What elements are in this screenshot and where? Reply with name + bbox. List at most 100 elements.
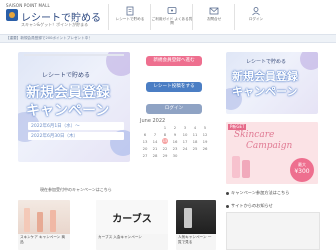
calendar-day (150, 124, 160, 131)
price-value: ¥300 (294, 168, 310, 175)
calendar-day[interactable]: 10 (180, 131, 190, 138)
calendar-day[interactable]: 7 (150, 131, 160, 138)
calendar-day[interactable]: 12 (200, 131, 210, 138)
campaign-title-line1: Skincare (234, 130, 275, 140)
calendar-day[interactable]: 23 (170, 145, 180, 152)
product-bottle-icon (184, 208, 192, 228)
calendar-day[interactable]: 9 (170, 131, 180, 138)
card-image: カーブス (96, 200, 168, 234)
product-bottle-icon (50, 210, 57, 232)
calendar-day[interactable]: 22 (160, 145, 170, 152)
skincare-campaign-banner[interactable]: P新GET Skincare Campaign 最大 ¥300 (226, 122, 318, 184)
calendar-day[interactable]: 18 (190, 138, 200, 145)
calendar-day[interactable]: 8 (160, 131, 170, 138)
card-caption: カーブス 入会キャンペーン (98, 235, 142, 239)
campaign-period-end: 2022年6月30日（木） (28, 132, 124, 140)
event-calendar: June 2022 1 2 3 4 5 6 7 8 9 10 11 12 13 14 15 16 17 18 19 2… (140, 118, 212, 190)
calendar-day[interactable]: 15 (160, 138, 170, 145)
calendar-day (140, 124, 150, 131)
price-label: 最大 (298, 162, 306, 167)
campaign-card[interactable]: スキンケア キャンペーン 商品 (18, 200, 70, 250)
section-title: 現在参加受付中のキャンペーンはこちら (40, 187, 112, 192)
side-banner-title-line1: 新規会員登録 (232, 70, 298, 83)
calendar-grid: 1 2 3 4 5 6 7 8 9 10 11 12 13 14 15 16 17 18 19 20 21 22 23 24 2… (140, 124, 212, 159)
hero-banner[interactable]: レシートで貯める 新規会員登録 キャンペーン 2022年6月1日（水）〜 202… (18, 52, 130, 162)
side-link-label: サイトからのお知らせ (231, 203, 273, 208)
calendar-day (180, 152, 190, 159)
card-image (176, 200, 216, 234)
bullet-icon (226, 204, 229, 208)
notice-text[interactable]: 【重要】新規会員登録で200ポイントプレゼント中！ (6, 36, 92, 41)
calendar-day[interactable]: 26 (200, 145, 210, 152)
calendar-day[interactable]: 3 (180, 124, 190, 131)
calendar-day[interactable]: 19 (200, 138, 210, 145)
calendar-day[interactable]: 30 (170, 152, 180, 159)
price-badge: 最大 ¥300 (290, 158, 314, 182)
calendar-day[interactable]: 21 (150, 145, 160, 152)
campaign-title-line2: Campaign (246, 141, 293, 151)
guide-icon (167, 7, 177, 14)
hero-title-line2: キャンペーン (26, 103, 110, 119)
nav-item-contact[interactable]: お問合せ (192, 4, 235, 30)
curves-logo: カーブス (112, 214, 152, 225)
product-bottle-icon (242, 160, 250, 178)
product-bottle-icon (37, 212, 44, 232)
calendar-day[interactable]: 20 (140, 145, 150, 152)
receipt-post-button[interactable]: レシート投稿をする (146, 82, 202, 92)
calendar-today-marker: 15 (162, 138, 168, 144)
logo-icon[interactable] (6, 9, 18, 21)
nav-label-receipt: レシートで貯める (115, 17, 145, 21)
calendar-day[interactable]: 14 (150, 138, 160, 145)
calendar-day[interactable]: 5 (200, 124, 210, 131)
nav-label-guide: ご利用ガイド よくある質問 (151, 17, 193, 25)
product-bottle-icon (232, 156, 240, 178)
nav-item-receipt[interactable]: レシートで貯める (108, 4, 151, 30)
site-header: SAISON POINT MALL レシートで貯める スキャン&ゲット！ポイント… (0, 0, 336, 32)
calendar-day[interactable]: 24 (180, 145, 190, 152)
hero-title-line1: 新規会員登録 (26, 85, 110, 101)
calendar-day[interactable]: 29 (160, 152, 170, 159)
side-banner-logo-text: レシートで貯める (246, 59, 287, 65)
notice-bar[interactable]: 【重要】新規会員登録で200ポイントプレゼント中！ (0, 34, 336, 43)
receipt-icon (126, 6, 134, 16)
campaign-period-start: 2022年6月1日（水）〜 (28, 122, 124, 130)
nav-label-contact: お問合せ (206, 17, 222, 21)
campaign-card[interactable]: カーブス カーブス 入会キャンペーン (96, 200, 168, 250)
mail-icon (209, 7, 219, 15)
calendar-day[interactable]: 16 (170, 138, 180, 145)
calendar-day[interactable]: 2 (170, 124, 180, 131)
nav-item-login[interactable]: ログイン (234, 4, 277, 30)
calendar-day[interactable]: 11 (190, 131, 200, 138)
card-caption: 人気キャンペーン 一覧で見る (178, 235, 212, 244)
side-link-label: キャンペーン参加方法はこちら (231, 190, 290, 195)
logo-tagline: スキャン&ゲット！ポイントが貯まる (21, 22, 89, 27)
divider (24, 54, 124, 56)
calendar-day (190, 152, 200, 159)
news-box (226, 212, 320, 250)
hero-logo-text: レシートで貯める (42, 72, 91, 79)
calendar-day[interactable]: 27 (140, 152, 150, 159)
product-bottle-icon (24, 208, 30, 232)
card-caption: スキンケア キャンペーン 商品 (20, 235, 66, 244)
calendar-day[interactable]: 6 (140, 131, 150, 138)
calendar-day[interactable]: 25 (190, 145, 200, 152)
nav-label-login: ログイン (248, 17, 264, 21)
bullet-icon (226, 191, 229, 195)
side-link-howto[interactable]: キャンペーン参加方法はこちら (226, 190, 289, 196)
calendar-day[interactable]: 28 (150, 152, 160, 159)
calendar-day (200, 152, 210, 159)
brand-subtitle: SAISON POINT MALL (6, 3, 50, 8)
calendar-day[interactable]: 1 (160, 124, 170, 131)
side-link-news[interactable]: サイトからのお知らせ (226, 203, 273, 209)
nav-item-guide[interactable]: ご利用ガイド よくある質問 (150, 4, 193, 30)
side-banner[interactable]: レシートで貯める 新規会員登録 キャンペーン (226, 52, 318, 114)
side-banner-title-line2: キャンペーン (232, 85, 298, 98)
calendar-day[interactable]: 4 (190, 124, 200, 131)
user-icon (252, 7, 260, 16)
calendar-day[interactable]: 17 (180, 138, 190, 145)
login-button[interactable]: ログイン (146, 104, 202, 114)
signup-button[interactable]: 新規会員登録へ進む (146, 56, 202, 66)
calendar-day[interactable]: 13 (140, 138, 150, 145)
campaign-card[interactable]: 人気キャンペーン 一覧で見る (176, 200, 216, 250)
card-image (18, 200, 70, 234)
